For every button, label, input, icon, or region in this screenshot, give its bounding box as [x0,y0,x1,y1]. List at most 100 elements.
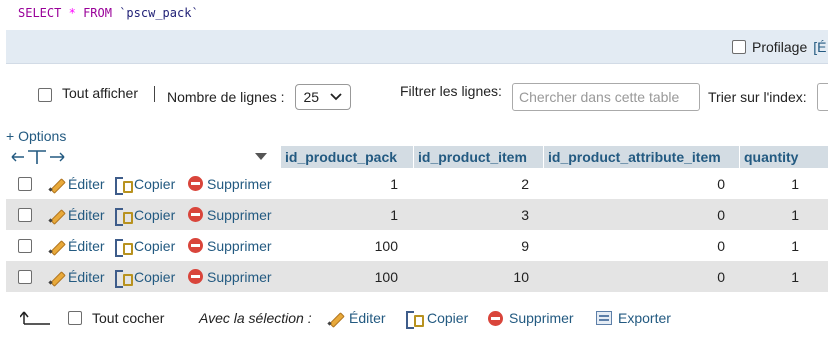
cell-id-product-item[interactable]: 3 [414,199,529,230]
cell-id-product-attribute-item[interactable]: 0 [544,230,725,261]
bulk-export-label: Exporter [618,310,671,326]
row-delete-button[interactable]: Supprimer [188,230,272,261]
filter-rows-label: Filtrer les lignes: [400,83,502,99]
cell-quantity[interactable]: 1 [740,230,799,261]
edit-label: Éditer [68,206,105,223]
copy-icon [114,207,133,226]
copy-label: Copier [134,268,176,285]
row-copy-button[interactable]: Copier [114,199,175,230]
sql-query-bar: SELECT * FROM `pscw_pack` [6,0,828,30]
row-edit-button[interactable]: Éditer [48,230,105,261]
delete-icon [188,176,203,191]
rows-per-page-value: 25 [303,89,320,105]
rows-per-page: Nombre de lignes : 25 [167,84,351,110]
copy-icon [114,176,133,195]
bulk-copy-button[interactable]: Copier [405,310,469,329]
edit-label: Éditer [68,175,105,192]
cell-id-product-pack[interactable]: 1 [281,199,398,230]
row-edit-button[interactable]: Éditer [48,199,105,230]
row-checkbox[interactable] [18,238,32,253]
show-all-label: Tout afficher [62,85,139,101]
sql-query-text: SELECT * FROM `pscw_pack` [18,6,199,20]
cell-id-product-attribute-item[interactable]: 0 [544,261,725,292]
pencil-icon [48,269,64,285]
nav-separator [154,86,155,102]
navigation-row: Tout afficher Nombre de lignes : 25 Filt… [6,64,828,128]
row-checkbox[interactable] [18,176,32,191]
row-delete-button[interactable]: Supprimer [188,168,272,199]
column-header-id-product-attribute-item[interactable]: id_product_attribute_item [544,146,739,168]
bulk-edit-button[interactable]: Éditer [327,310,386,326]
cell-id-product-item[interactable]: 9 [414,230,529,261]
row-edit-button[interactable]: Éditer [48,261,105,292]
column-header-id-product-pack[interactable]: id_product_pack [281,146,413,168]
check-all-checkbox[interactable] [68,311,82,325]
pencil-icon [327,310,343,326]
export-icon [596,311,612,325]
sql-keyword-from: FROM [83,6,112,20]
pencil-icon [48,176,64,192]
with-selection-label: Avec la sélection : [199,310,312,326]
table-header-row: id_product_pack id_product_item id_produ… [6,146,828,168]
edit-label: Éditer [68,237,105,254]
options-toggle-link[interactable]: + Options [6,128,66,144]
row-edit-button[interactable]: Éditer [48,168,105,199]
cell-quantity[interactable]: 1 [740,261,799,292]
pencil-icon [48,238,64,254]
delete-label: Supprimer [207,206,272,223]
copy-icon [114,269,133,288]
show-all-toggle[interactable]: Tout afficher [38,85,139,103]
bulk-delete-button[interactable]: Supprimer [488,310,574,326]
column-header-quantity[interactable]: quantity [740,146,828,168]
row-checkbox[interactable] [18,269,32,284]
column-header-id-product-item[interactable]: id_product_item [414,146,543,168]
row-checkbox[interactable] [18,207,32,222]
show-all-checkbox[interactable] [38,88,52,102]
cell-id-product-pack[interactable]: 100 [281,230,398,261]
cell-id-product-pack[interactable]: 1 [281,168,398,199]
table-row: Éditer Copier Supprimer 1 2 0 1 [6,168,828,199]
bulk-export-button[interactable]: Exporter [596,310,671,326]
copy-label: Copier [134,206,176,223]
cell-quantity[interactable]: 1 [740,199,799,230]
sql-star: * [68,6,76,20]
bulk-edit-label: Éditer [349,310,386,326]
cell-id-product-attribute-item[interactable]: 0 [544,199,725,230]
profiling-edit-link[interactable]: [É [813,39,826,55]
sort-index-select[interactable] [816,83,828,111]
bulk-copy-label: Copier [427,310,469,326]
copy-label: Copier [134,175,176,192]
cell-id-product-attribute-item[interactable]: 0 [544,168,725,199]
filter-rows: Filtrer les lignes: [400,83,502,99]
cell-quantity[interactable]: 1 [740,168,799,199]
sql-table-name: `pscw_pack` [119,6,199,20]
check-all-toggle[interactable]: Tout cocher [68,310,164,326]
column-arrows[interactable] [6,146,279,168]
table-row: Éditer Copier Supprimer 100 9 0 1 [6,230,828,261]
chevron-down-icon [329,93,342,101]
row-copy-button[interactable]: Copier [114,230,175,261]
profiling-toggle[interactable]: Profilage [É [732,39,827,55]
copy-icon [405,310,424,329]
sort-by-index-label: Trier sur l'index: [708,89,807,105]
row-delete-button[interactable]: Supprimer [188,261,272,292]
filter-search-input[interactable]: Chercher dans cette table [512,83,700,111]
rows-per-page-select[interactable]: 25 [294,84,351,110]
delete-icon [188,269,203,284]
delete-label: Supprimer [207,268,272,285]
cell-id-product-item[interactable]: 10 [414,261,529,292]
delete-icon [188,238,203,253]
sort-by-index: Trier sur l'index: [708,83,828,111]
arrows-left-right-icon[interactable] [10,149,68,165]
row-delete-button[interactable]: Supprimer [188,199,272,230]
profiling-checkbox[interactable] [732,40,746,54]
row-copy-button[interactable]: Copier [114,168,175,199]
bulk-actions-bar: Tout cocher Avec la sélection : Éditer C… [6,296,828,342]
row-copy-button[interactable]: Copier [114,261,175,292]
column-menu-dropdown-icon[interactable] [255,153,267,160]
copy-label: Copier [134,237,176,254]
sql-keyword-select: SELECT [18,6,62,20]
cell-id-product-item[interactable]: 2 [414,168,529,199]
profiling-label: Profilage [752,39,808,55]
cell-id-product-pack[interactable]: 100 [281,261,398,292]
